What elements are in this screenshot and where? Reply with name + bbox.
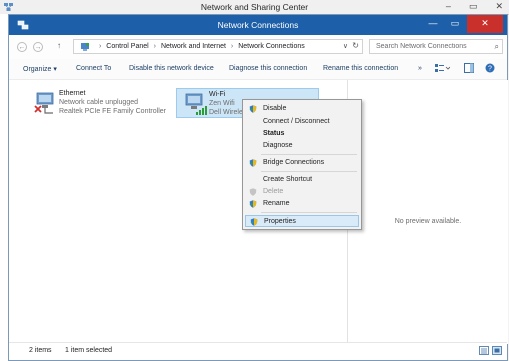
menu-item-label: Disable xyxy=(263,105,287,112)
more-commands-button[interactable]: » xyxy=(418,65,422,72)
disable-device-button[interactable]: Disable this network device xyxy=(129,65,214,72)
menu-item-label: Create Shortcut xyxy=(263,176,313,183)
menu-item-label: Bridge Connections xyxy=(263,159,325,166)
preview-pane-icon[interactable] xyxy=(464,63,474,73)
breadcrumb-network-connections[interactable]: Network Connections xyxy=(238,43,305,50)
menu-item-create-shortcut[interactable]: Create Shortcut xyxy=(245,174,359,186)
background-window-title: Network and Sharing Center xyxy=(200,2,309,12)
maximize-button[interactable]: ▭ xyxy=(445,15,465,33)
search-input[interactable] xyxy=(370,40,494,53)
organize-button[interactable]: Organize ▾ xyxy=(23,65,57,73)
menu-item-label: Properties xyxy=(264,218,296,225)
menu-item-label: Delete xyxy=(263,188,284,195)
search-box: ⌕ xyxy=(369,39,503,54)
menu-item-disable[interactable]: Disable xyxy=(245,103,359,115)
menu-item-delete: Delete xyxy=(245,186,359,198)
breadcrumb-control-panel[interactable]: Control Panel xyxy=(106,43,148,50)
breadcrumb-network-and-internet[interactable]: Network and Internet xyxy=(161,43,226,50)
diagnose-connection-button[interactable]: Diagnose this connection xyxy=(229,65,307,72)
selected-count: 1 item selected xyxy=(65,347,113,354)
address-row: ← → ↑ › Control Panel › Network and Inte… xyxy=(9,35,507,60)
ethernet-adapter-icon xyxy=(34,92,54,114)
menu-separator xyxy=(261,154,357,155)
adapter-name: Ethernet xyxy=(59,90,86,97)
status-bar: 2 items 1 item selected xyxy=(9,342,507,360)
uac-shield-icon xyxy=(249,159,257,167)
background-maximize-button[interactable]: ▭ xyxy=(469,1,478,12)
adapter-ethernet[interactable]: Ethernet Network cable unplugged Realtek… xyxy=(27,88,167,118)
search-icon[interactable]: ⌕ xyxy=(495,42,499,52)
items-count: 2 items xyxy=(29,347,52,354)
menu-item-label: Connect / Disconnect xyxy=(263,118,330,125)
background-window-titlebar: Network and Sharing Center – ▭ ✕ xyxy=(0,0,509,15)
close-button[interactable]: ✕ xyxy=(467,15,503,33)
menu-item-diagnose[interactable]: Diagnose xyxy=(245,140,359,152)
menu-item-rename[interactable]: Rename xyxy=(245,198,359,210)
breadcrumb: › Control Panel › Network and Internet ›… xyxy=(96,43,305,50)
menu-item-label: Status xyxy=(263,130,285,137)
uac-shield-icon xyxy=(249,105,257,113)
help-icon[interactable]: ? xyxy=(485,63,495,73)
menu-item-label: Diagnose xyxy=(263,142,293,149)
background-minimize-button[interactable]: – xyxy=(446,1,451,12)
adapter-name: Wi-Fi xyxy=(209,91,226,98)
adapter-status: Network cable unplugged xyxy=(59,99,138,106)
rename-connection-button[interactable]: Rename this connection xyxy=(323,65,398,72)
menu-separator xyxy=(261,212,357,213)
address-dropdown-button[interactable]: ∨ xyxy=(343,42,348,50)
control-panel-icon xyxy=(81,42,90,51)
forward-button[interactable]: → xyxy=(33,42,43,52)
uac-shield-icon xyxy=(249,200,257,208)
menu-item-bridge-connections[interactable]: Bridge Connections xyxy=(245,157,359,169)
uac-shield-disabled-icon xyxy=(249,188,257,196)
uac-shield-icon xyxy=(250,218,258,226)
preview-message: No preview available. xyxy=(394,218,462,225)
menu-item-properties[interactable]: Properties xyxy=(245,215,359,227)
breadcrumb-separator: › xyxy=(99,43,102,50)
menu-item-status[interactable]: Status xyxy=(245,128,359,140)
menu-separator xyxy=(261,171,357,172)
adapter-device: Realtek PCIe FE Family Controller xyxy=(59,108,166,115)
menu-item-connect-disconnect[interactable]: Connect / Disconnect xyxy=(245,116,359,128)
connect-to-button[interactable]: Connect To xyxy=(76,65,111,72)
breadcrumb-separator[interactable]: › xyxy=(154,43,156,50)
background-close-button[interactable]: ✕ xyxy=(495,1,503,12)
svg-text:?: ? xyxy=(488,66,492,73)
window-titlebar[interactable]: Network Connections — ▭ ✕ xyxy=(9,15,507,35)
refresh-button[interactable]: ↻ xyxy=(352,41,359,50)
preview-pane: No preview available. xyxy=(347,80,508,344)
context-menu: Disable Connect / Disconnect Status Diag… xyxy=(242,99,362,230)
change-view-icon[interactable] xyxy=(434,63,450,73)
details-view-icon[interactable] xyxy=(479,346,489,355)
breadcrumb-separator[interactable]: › xyxy=(231,43,233,50)
up-button[interactable]: ↑ xyxy=(57,41,61,50)
address-bar[interactable]: › Control Panel › Network and Internet ›… xyxy=(73,39,363,54)
wifi-adapter-icon xyxy=(185,93,207,115)
menu-item-label: Rename xyxy=(263,200,290,207)
command-toolbar: Organize ▾ Connect To Disable this netwo… xyxy=(9,59,507,80)
minimize-button[interactable]: — xyxy=(423,15,443,33)
back-button[interactable]: ← xyxy=(17,42,27,52)
large-icons-view-icon[interactable] xyxy=(492,346,502,355)
